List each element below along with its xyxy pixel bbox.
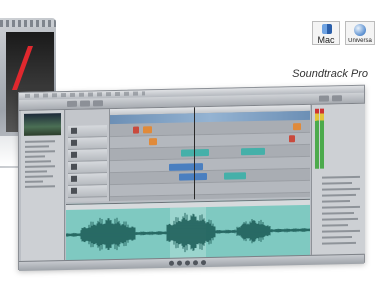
inspector-item[interactable] (322, 193, 356, 197)
universal-badge-label: Universa (348, 38, 372, 44)
mac-finder-icon (322, 24, 332, 34)
list-item[interactable] (25, 180, 43, 183)
inspector-item[interactable] (322, 241, 356, 245)
bg-toolbar (0, 20, 56, 27)
play-button[interactable] (177, 260, 182, 266)
media-browser-panel (21, 110, 65, 261)
audio-waveform[interactable] (66, 206, 310, 259)
rewind-button[interactable] (169, 260, 174, 266)
audio-clip[interactable] (224, 172, 246, 180)
universal-binary-icon (354, 24, 366, 36)
list-item[interactable] (25, 140, 55, 143)
audio-clip[interactable] (169, 163, 203, 171)
track-icon (71, 151, 77, 158)
list-item[interactable] (25, 145, 49, 148)
list-item[interactable] (25, 170, 47, 173)
audio-clip[interactable] (179, 173, 207, 181)
track-header[interactable] (68, 125, 107, 138)
audio-clip[interactable] (241, 147, 265, 156)
product-title: Soundtrack Pro (292, 68, 368, 80)
audio-clip[interactable] (149, 138, 157, 146)
mac-badge: Mac (312, 21, 340, 45)
inspector-item[interactable] (322, 205, 360, 209)
inspector-item[interactable] (322, 217, 358, 221)
track-icon (71, 175, 77, 182)
toolbar-button[interactable] (332, 95, 342, 102)
list-item[interactable] (25, 175, 53, 178)
track-icon (71, 163, 77, 170)
audio-clip[interactable] (181, 148, 209, 157)
level-meter (320, 108, 324, 169)
universal-badge: Universa (345, 21, 375, 45)
app-window (18, 84, 365, 271)
inspector-item[interactable] (322, 224, 348, 227)
track-header[interactable] (68, 173, 107, 186)
track-icon (71, 127, 77, 134)
track-header[interactable] (68, 161, 107, 174)
playhead[interactable] (194, 107, 195, 200)
inspector-item[interactable] (322, 182, 352, 185)
track-header[interactable] (68, 185, 107, 198)
video-preview[interactable] (24, 113, 61, 136)
audio-clip[interactable] (133, 126, 139, 134)
list-item[interactable] (25, 160, 51, 163)
track-header[interactable] (68, 149, 107, 162)
list-item[interactable] (25, 155, 45, 158)
audio-clip[interactable] (143, 126, 152, 134)
list-item[interactable] (25, 165, 55, 168)
level-meter (315, 108, 319, 169)
list-item[interactable] (25, 150, 55, 153)
inspector-item[interactable] (322, 211, 354, 215)
toolbar-button[interactable] (93, 100, 103, 107)
waveform-editor[interactable] (66, 198, 310, 261)
track-headers (66, 109, 110, 202)
forward-button[interactable] (193, 260, 198, 266)
audio-clip[interactable] (289, 135, 295, 143)
mac-badge-label: Mac (317, 35, 335, 45)
record-button[interactable] (201, 260, 206, 266)
toolbar-button[interactable] (319, 95, 329, 102)
timeline-tracks[interactable] (110, 110, 310, 202)
toolbar-button[interactable] (80, 100, 90, 107)
audio-clip[interactable] (293, 123, 301, 131)
inspector-panel (311, 103, 365, 255)
inspector-item[interactable] (322, 187, 360, 191)
inspector-item[interactable] (322, 200, 350, 203)
inspector-item[interactable] (322, 236, 352, 239)
inspector-item[interactable] (322, 229, 360, 233)
toolbar-button[interactable] (67, 100, 77, 107)
waveform-path (66, 212, 310, 253)
list-item[interactable] (25, 185, 55, 188)
inspector-item[interactable] (322, 175, 360, 179)
track-icon (71, 139, 77, 146)
stop-button[interactable] (185, 260, 190, 266)
track-header[interactable] (68, 137, 107, 150)
track-icon (71, 187, 77, 194)
